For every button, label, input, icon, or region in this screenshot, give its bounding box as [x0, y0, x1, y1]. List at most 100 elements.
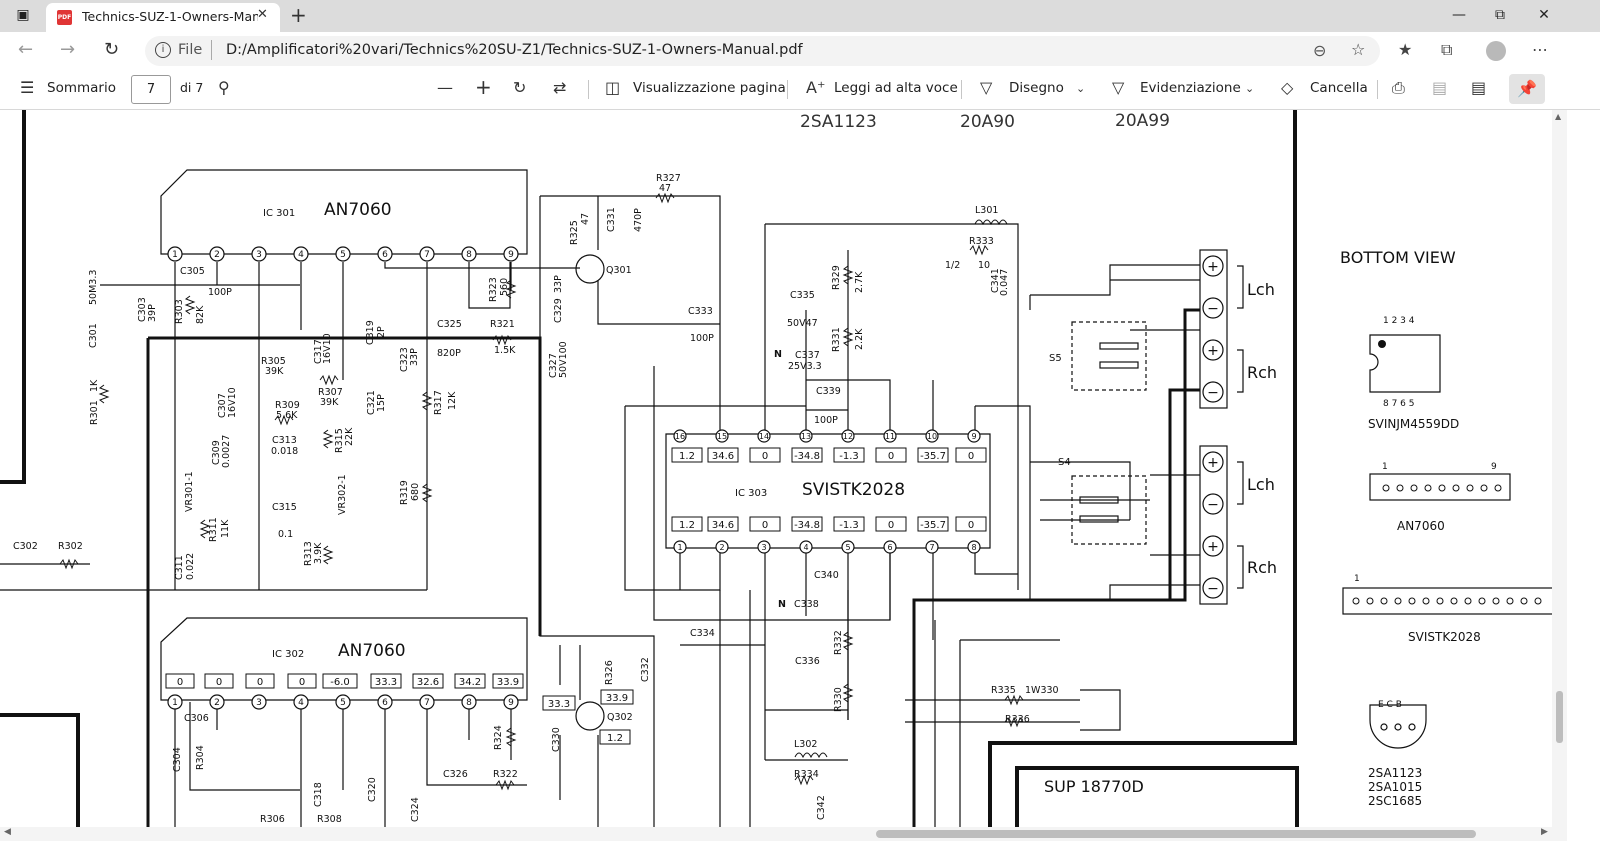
component-label: C329 [553, 298, 564, 323]
ic303-voltage: -34.8 [794, 451, 820, 462]
page-number-input[interactable]: 7 [131, 75, 171, 104]
component-value: 820P [437, 348, 461, 359]
component-label: R333 [969, 236, 994, 247]
ic301-pin: 7 [424, 250, 430, 260]
page-view-button[interactable]: Visualizzazione pagina [633, 80, 786, 96]
q302-voltage: 33.3 [548, 699, 570, 710]
component-label: R325 [569, 220, 580, 245]
scroll-left-arrow[interactable]: ◀ [4, 827, 11, 837]
close-tab-icon[interactable]: ✕ [257, 7, 268, 22]
component-label: C334 [690, 628, 715, 639]
window-menu-icon[interactable]: ▣ [10, 2, 36, 28]
zoom-out-button[interactable]: — [437, 78, 453, 97]
contents-icon[interactable]: ☰ [20, 78, 34, 97]
draw-button[interactable]: Disegno [1009, 80, 1064, 96]
component-value: 33P [409, 348, 420, 366]
browser-tab[interactable]: PDF Technics-SUZ-1-Owners-Manual.pdf ✕ [46, 3, 280, 32]
component-value: 12K [447, 391, 458, 410]
scroll-up-arrow[interactable]: ▲ [1555, 112, 1561, 121]
toolbar-divider [588, 80, 589, 99]
save-as-icon[interactable]: ▤ [1471, 78, 1486, 97]
component-label: C339 [816, 386, 841, 397]
print-icon[interactable]: ⎙ [1392, 78, 1405, 98]
contents-button[interactable]: Sommario [47, 80, 116, 96]
component-value: 100P [690, 333, 714, 344]
sup-module-label: SUP 18770D [1044, 777, 1144, 796]
ic303-part: SVISTK2028 [802, 480, 905, 500]
chevron-down-icon[interactable]: ⌄ [1245, 82, 1254, 95]
chevron-down-icon[interactable]: ⌄ [1076, 82, 1085, 95]
rotate-icon[interactable]: ↻ [513, 78, 526, 97]
eraser-icon[interactable]: ◇ [1281, 78, 1293, 97]
vertical-scroll-thumb[interactable] [1556, 691, 1563, 743]
ic303-pin: 7 [929, 543, 934, 552]
ic303-voltage: 0 [968, 520, 974, 531]
zoom-out-icon[interactable]: ⊖ [1313, 41, 1326, 60]
horizontal-scrollbar[interactable]: ◀ ▶ [0, 827, 1567, 841]
ic303-ref: IC 303 [735, 488, 767, 499]
component-label: R311 [208, 517, 219, 542]
read-aloud-icon[interactable]: A⁺ [806, 78, 825, 97]
draw-icon[interactable]: ▽ [980, 78, 992, 97]
component-label: C315 [272, 502, 297, 513]
close-window-icon[interactable]: ✕ [1531, 2, 1557, 28]
component-label: C337 [795, 350, 820, 361]
minimize-icon[interactable]: — [1446, 2, 1472, 28]
component-label: R329 [831, 265, 842, 290]
new-tab-icon[interactable]: + [290, 3, 307, 27]
favorites-icon[interactable]: ★ [1398, 40, 1412, 59]
component-value: 25V3.3 [788, 361, 822, 372]
search-icon[interactable]: ⚲ [218, 78, 230, 97]
ic302-pin: 7 [424, 698, 430, 708]
highlight-icon[interactable]: ▽ [1112, 78, 1124, 97]
horizontal-scroll-thumb[interactable] [876, 830, 1476, 838]
ic303-pin: 16 [675, 432, 685, 441]
reload-icon[interactable]: ↻ [104, 39, 119, 60]
switch-label: S4 [1058, 457, 1071, 468]
profile-avatar[interactable] [1486, 41, 1506, 61]
read-aloud-button[interactable]: Leggi ad alta voce [834, 80, 958, 96]
ic302-pin: 3 [256, 698, 262, 708]
header-part-2: 20A90 [960, 112, 1015, 132]
vertical-scrollbar[interactable]: ▲ [1552, 110, 1567, 827]
erase-button[interactable]: Cancella [1310, 80, 1368, 96]
ic303-voltage: 1.2 [679, 451, 695, 462]
more-options-icon[interactable]: ⋯ [1532, 40, 1548, 59]
component-value: 1W330 [1025, 685, 1059, 696]
package-label: SVISTK2028 [1408, 630, 1481, 644]
component-label: R301 [89, 400, 100, 425]
info-icon[interactable]: i [155, 42, 171, 58]
pin-toolbar-icon[interactable]: 📌 [1509, 74, 1545, 104]
component-value: 47 [580, 213, 591, 225]
save-icon[interactable]: ▤ [1432, 78, 1447, 97]
ic302-voltage: 0 [299, 677, 305, 688]
url-text[interactable]: D:/Amplificatori%20vari/Technics%20SU-Z1… [226, 42, 803, 58]
fit-width-icon[interactable]: ⇄ [553, 78, 566, 97]
ic303-voltage: 0 [968, 451, 974, 462]
collections-icon[interactable]: ⧉ [1441, 40, 1452, 60]
ic303-voltage: -1.3 [839, 520, 859, 531]
pin-label: 1 [1382, 462, 1388, 472]
pdf-page-viewer[interactable]: 2SA1123 20A90 20A99 IC 301 AN7060 IC 302… [0, 110, 1552, 827]
ic303-pin: 9 [971, 432, 976, 441]
ic302-voltage: 0 [216, 677, 222, 688]
package-label: AN7060 [1397, 519, 1445, 533]
ic302-part: AN7060 [338, 641, 406, 661]
svg-text:−: − [1207, 301, 1219, 317]
highlight-button[interactable]: Evidenziazione [1140, 80, 1241, 96]
ic303-pin: 2 [719, 543, 724, 552]
component-value: 16V10 [322, 333, 333, 364]
pin-row-label: 8 7 6 5 [1383, 399, 1415, 409]
component-value: 22K [344, 427, 355, 446]
scroll-right-arrow[interactable]: ▶ [1541, 827, 1548, 837]
add-favorite-icon[interactable]: ☆ [1351, 40, 1365, 59]
zoom-in-button[interactable]: + [475, 75, 492, 99]
page-view-icon[interactable]: ◫ [605, 78, 620, 97]
back-icon[interactable]: ← [18, 39, 33, 60]
forward-icon[interactable]: → [60, 39, 75, 60]
restore-icon[interactable]: ⧉ [1487, 2, 1513, 28]
address-field[interactable]: i File D:/Amplificatori%20vari/Technics%… [145, 36, 1380, 66]
component-label: C311 [174, 555, 185, 580]
address-bar-row: ← → ↻ i File D:/Amplificatori%20vari/Tec… [0, 32, 1600, 70]
page-total: di 7 [180, 80, 204, 95]
